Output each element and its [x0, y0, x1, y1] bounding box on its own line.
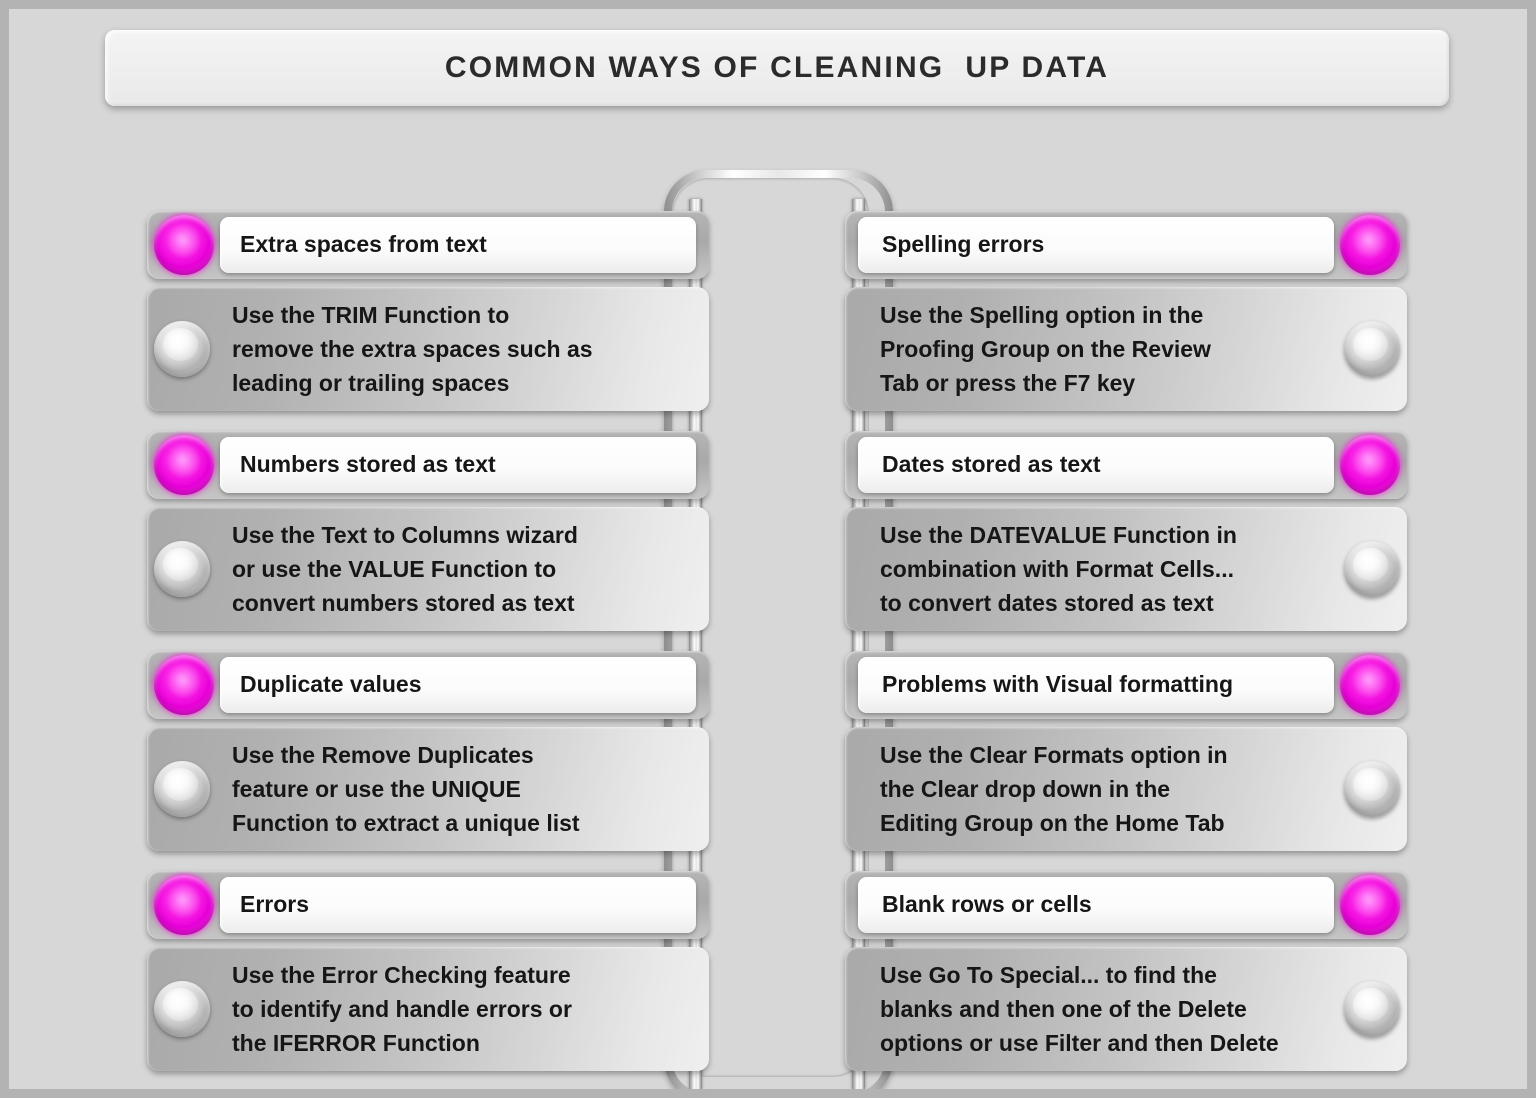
- left-column: Extra spaces from text Use the TRIM Funct…: [147, 211, 709, 1071]
- silver-bullet-icon: [1344, 321, 1400, 377]
- page-title: COMMON WAYS OF CLEANING UP DATA: [444, 51, 1110, 84]
- solution-text-line: leading or trailing spaces: [232, 370, 510, 397]
- magenta-bullet-icon: [1340, 875, 1400, 935]
- solution-row[interactable]: Use the Text to Columns wizard or use the…: [147, 507, 709, 631]
- solution-row[interactable]: Use the Error Checking feature to identif…: [147, 947, 709, 1071]
- topic-label: Spelling errors: [882, 231, 1045, 258]
- topic-pill: Spelling errors: [858, 217, 1334, 273]
- topic-row[interactable]: Errors: [147, 871, 709, 939]
- topic-label: Blank rows or cells: [882, 891, 1092, 918]
- solution-text: Use Go To Special... to find the blanks a…: [852, 958, 1344, 1060]
- solution-text-line: Use the Remove Duplicates: [232, 741, 534, 768]
- magenta-bullet-icon: [154, 215, 214, 275]
- solution-text-line: or use the VALUE Function to: [232, 555, 557, 582]
- topic-pill: Blank rows or cells: [858, 877, 1334, 933]
- magenta-bullet-icon: [1340, 435, 1400, 495]
- solution-row[interactable]: Use Go To Special... to find the blanks a…: [845, 947, 1407, 1071]
- magenta-bullet-icon: [1340, 655, 1400, 715]
- topic-pill: Duplicate values: [220, 657, 696, 713]
- topic-row[interactable]: Blank rows or cells: [845, 871, 1407, 939]
- silver-bullet-icon: [154, 761, 210, 817]
- silver-bullet-icon: [1344, 981, 1400, 1037]
- topic-row[interactable]: Spelling errors: [845, 211, 1407, 279]
- topic-row[interactable]: Problems with Visual formatting: [845, 651, 1407, 719]
- topic-label: Problems with Visual formatting: [882, 671, 1234, 698]
- topic-label: Errors: [240, 891, 310, 918]
- topic-row[interactable]: Extra spaces from text: [147, 211, 709, 279]
- solution-text: Use the Remove Duplicates feature or use …: [210, 738, 702, 840]
- silver-bullet-icon: [154, 321, 210, 377]
- silver-bullet-icon: [154, 981, 210, 1037]
- solution-text-line: combination with Format Cells...: [880, 555, 1234, 582]
- topic-label: Dates stored as text: [882, 451, 1101, 478]
- topic-row[interactable]: Duplicate values: [147, 651, 709, 719]
- solution-text-line: Use the Clear Formats option in: [880, 741, 1228, 768]
- solution-text: Use the Clear Formats option in the Clear…: [852, 738, 1344, 840]
- magenta-bullet-icon: [154, 875, 214, 935]
- solution-text: Use the Spelling option in the Proofing G…: [852, 298, 1344, 400]
- topic-label: Numbers stored as text: [240, 451, 496, 478]
- solution-text-line: Use the Spelling option in the: [880, 301, 1204, 328]
- silver-bullet-icon: [1344, 761, 1400, 817]
- solution-row[interactable]: Use the TRIM Function to remove the extra…: [147, 287, 709, 411]
- solution-text-line: remove the extra spaces such as: [232, 335, 593, 362]
- solution-text-line: options or use Filter and then Delete: [880, 1030, 1279, 1057]
- solution-text-line: Proofing Group on the Review: [880, 335, 1211, 362]
- topic-label: Extra spaces from text: [240, 231, 487, 258]
- topic-pill: Numbers stored as text: [220, 437, 696, 493]
- header-bar: COMMON WAYS OF CLEANING UP DATA: [105, 30, 1449, 106]
- solution-text-line: the Clear drop down in the: [880, 775, 1171, 802]
- magenta-bullet-icon: [154, 435, 214, 495]
- solution-text-line: feature or use the UNIQUE: [232, 775, 521, 802]
- solution-text: Use the Error Checking feature to identif…: [210, 958, 702, 1060]
- infographic-poster: COMMON WAYS OF CLEANING UP DATA Extra sp…: [0, 0, 1536, 1098]
- solution-text-line: Use the Error Checking feature: [232, 961, 571, 988]
- magenta-bullet-icon: [154, 655, 214, 715]
- solution-text-line: Use the Text to Columns wizard: [232, 521, 578, 548]
- solution-text-line: the IFERROR Function: [232, 1030, 480, 1057]
- right-column: Spelling errors Use the Spelling option i…: [845, 211, 1407, 1071]
- solution-text-line: Use the TRIM Function to: [232, 301, 510, 328]
- topic-row[interactable]: Numbers stored as text: [147, 431, 709, 499]
- solution-text-line: to identify and handle errors or: [232, 995, 572, 1022]
- magenta-bullet-icon: [1340, 215, 1400, 275]
- solution-text-line: blanks and then one of the Delete: [880, 995, 1247, 1022]
- solution-row[interactable]: Use the Remove Duplicates feature or use …: [147, 727, 709, 851]
- solution-text-line: to convert dates stored as text: [880, 590, 1214, 617]
- solution-row[interactable]: Use the Clear Formats option in the Clear…: [845, 727, 1407, 851]
- topic-pill: Problems with Visual formatting: [858, 657, 1334, 713]
- solution-text-line: Use Go To Special... to find the: [880, 961, 1217, 988]
- solution-text-line: Tab or press the F7 key: [880, 370, 1136, 397]
- silver-bullet-icon: [154, 541, 210, 597]
- solution-text-line: Editing Group on the Home Tab: [880, 810, 1225, 837]
- topic-row[interactable]: Dates stored as text: [845, 431, 1407, 499]
- solution-row[interactable]: Use the DATEVALUE Function in combination…: [845, 507, 1407, 631]
- solution-row[interactable]: Use the Spelling option in the Proofing G…: [845, 287, 1407, 411]
- topic-pill: Dates stored as text: [858, 437, 1334, 493]
- topic-label: Duplicate values: [240, 671, 422, 698]
- solution-text: Use the DATEVALUE Function in combination…: [852, 518, 1344, 620]
- solution-text: Use the TRIM Function to remove the extra…: [210, 298, 702, 400]
- topic-pill: Extra spaces from text: [220, 217, 696, 273]
- solution-text-line: Function to extract a unique list: [232, 810, 580, 837]
- solution-text-line: convert numbers stored as text: [232, 590, 575, 617]
- silver-bullet-icon: [1344, 541, 1400, 597]
- topic-pill: Errors: [220, 877, 696, 933]
- solution-text: Use the Text to Columns wizard or use the…: [210, 518, 702, 620]
- solution-text-line: Use the DATEVALUE Function in: [880, 521, 1237, 548]
